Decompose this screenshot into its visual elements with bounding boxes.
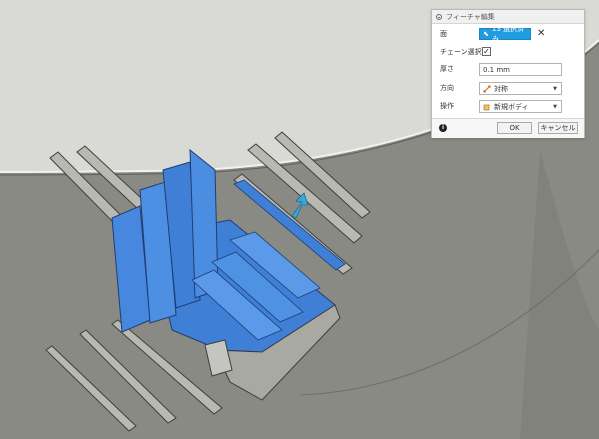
dialog-header[interactable]: フィーチャ編集 [432,10,584,24]
chain-select-row: チェーン選択 ✓ [432,44,584,60]
dialog-title: フィーチャ編集 [446,12,495,21]
operation-dropdown[interactable]: 新規ボディ ▼ [479,100,562,113]
thickness-label: 厚さ [440,65,454,73]
face-selection-text: 13 選択済み [491,25,525,43]
cancel-button[interactable]: キャンセル [538,122,578,134]
thickness-input[interactable]: 0.1 mm [479,63,562,76]
feature-edit-dialog: フィーチャ編集 面 ⬉ 13 選択済み ✕ チェーン選択 ✓ 厚さ 0.1 mm… [431,9,585,138]
info-icon[interactable]: i [439,124,447,132]
face-selection-button[interactable]: ⬉ 13 選択済み [479,25,531,43]
operation-row: 操作 新規ボディ ▼ [432,98,584,114]
new-body-icon [483,103,491,110]
direction-value: 対称 [494,84,508,93]
dialog-footer: i OK キャンセル [432,118,584,138]
face-row: 面 ⬉ 13 選択済み ✕ [432,25,584,43]
operation-value: 新規ボディ [494,102,529,111]
ok-button[interactable]: OK [497,122,532,134]
operation-label: 操作 [440,102,454,110]
direction-icon [483,85,491,92]
direction-row: 方向 対称 ▼ [432,80,584,96]
face-label: 面 [440,30,447,38]
chevron-down-icon: ▼ [553,104,557,110]
chevron-down-icon: ▼ [553,86,557,92]
cursor-icon: ⬉ [483,30,489,38]
thickness-row: 厚さ 0.1 mm [432,61,584,77]
direction-label: 方向 [440,84,454,92]
chain-select-label: チェーン選択 [440,48,482,56]
direction-dropdown[interactable]: 対称 ▼ [479,82,562,95]
clear-selection-icon[interactable]: ✕ [537,27,545,41]
dialog-header-icon[interactable] [436,13,442,20]
checkbox-icon[interactable]: ✓ [482,47,491,56]
